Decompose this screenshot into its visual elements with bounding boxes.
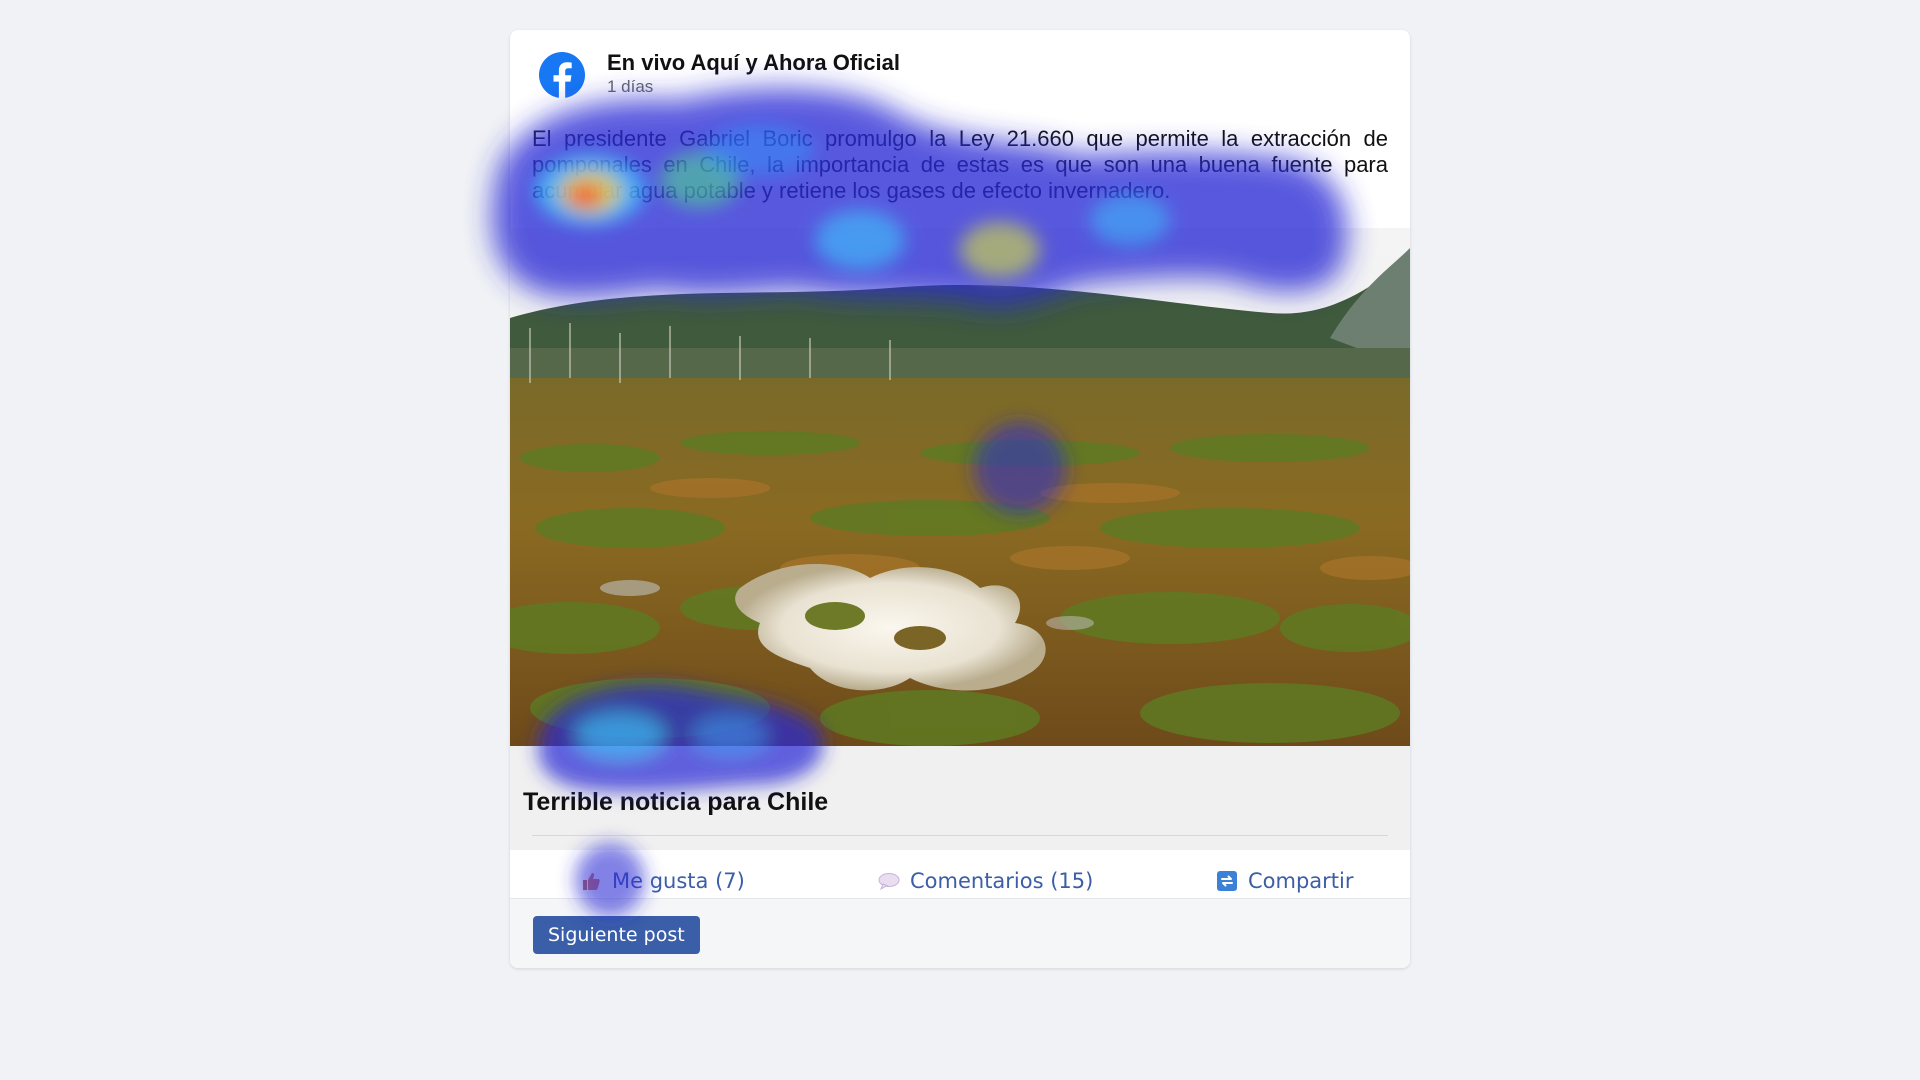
post-card: En vivo Aquí y Ahora Oficial 1 días El p…	[510, 30, 1410, 968]
post-footer: Siguiente post	[510, 898, 1410, 968]
link-title[interactable]: Terrible noticia para Chile	[523, 788, 828, 817]
share-icon	[1215, 869, 1239, 893]
next-post-button[interactable]: Siguiente post	[533, 916, 700, 954]
speech-bubble-icon	[877, 869, 901, 893]
page-background: En vivo Aquí y Ahora Oficial 1 días El p…	[0, 0, 1920, 1080]
comment-label: Comentarios (15)	[910, 869, 1094, 893]
thumbs-up-icon	[579, 869, 603, 893]
facebook-logo-icon[interactable]	[539, 52, 585, 98]
post-text: El presidente Gabriel Boric promulgo la …	[532, 126, 1388, 203]
share-label: Compartir	[1248, 869, 1354, 893]
post-image-peatland[interactable]	[510, 228, 1410, 746]
actions-divider	[532, 835, 1388, 836]
post-header: En vivo Aquí y Ahora Oficial 1 días	[510, 30, 1410, 120]
post-timestamp: 1 días	[607, 77, 654, 96]
like-label: Me gusta (7)	[612, 869, 745, 893]
page-name[interactable]: En vivo Aquí y Ahora Oficial	[607, 50, 900, 76]
